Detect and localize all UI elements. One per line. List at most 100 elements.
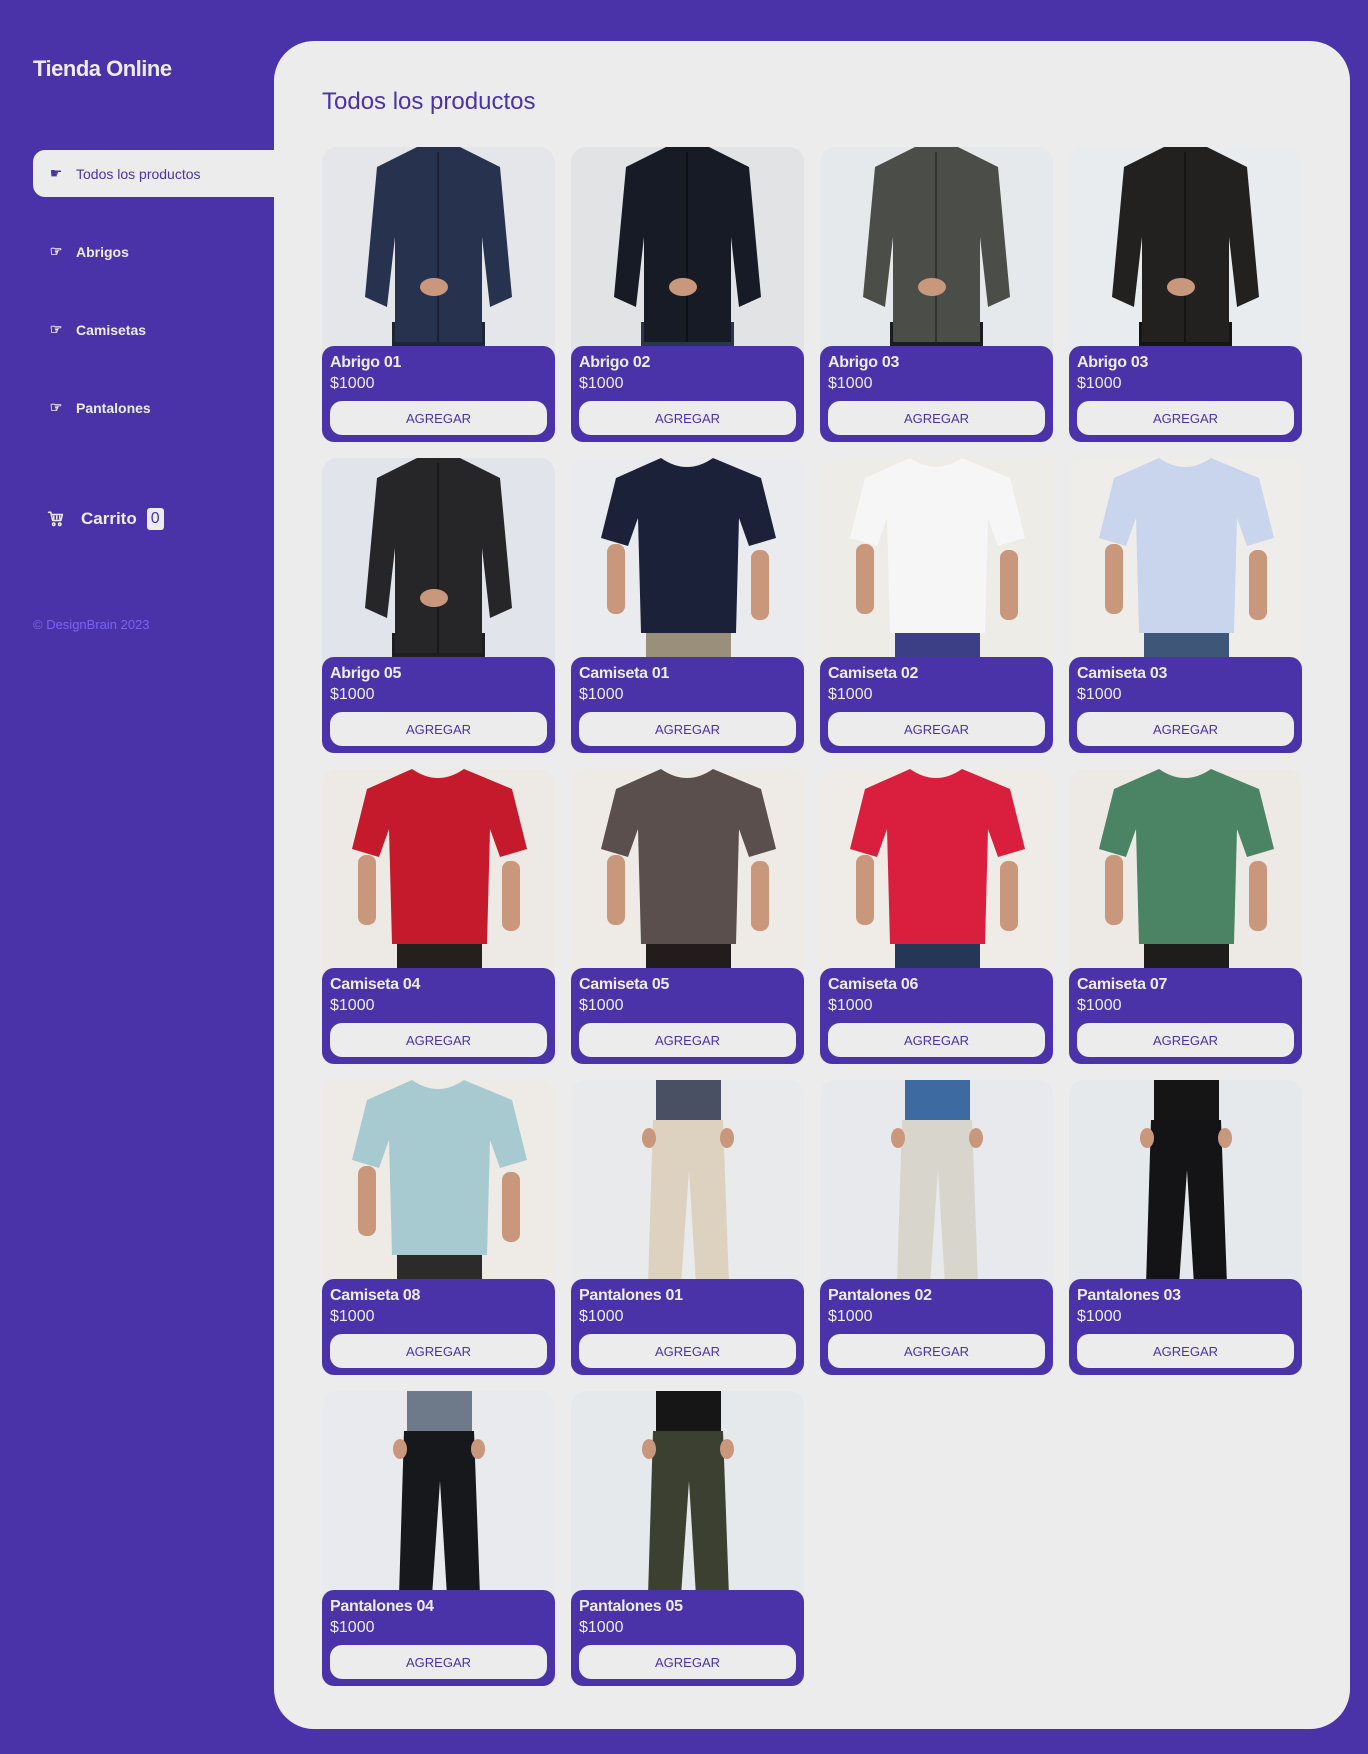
product-price: $1000 [828,1308,873,1325]
product-card: Camiseta 02 $1000 AGREGAR [820,458,1053,753]
add-to-cart-button[interactable]: AGREGAR [1077,1334,1294,1368]
product-price: $1000 [579,997,624,1014]
product-name: Camiseta 03 [1077,665,1168,682]
product-name: Abrigo 03 [828,354,900,371]
add-to-cart-button[interactable]: AGREGAR [828,1023,1045,1057]
product-price: $1000 [1077,1308,1122,1325]
product-image [322,458,555,678]
product-name: Pantalones 02 [828,1287,932,1304]
product-card: Camiseta 01 $1000 AGREGAR [571,458,804,753]
product-info: Camiseta 03 $1000 AGREGAR [1069,657,1302,753]
sidebar-item-abrigos[interactable]: ☞ Abrigos [33,228,274,275]
product-image [322,769,555,989]
pointing-hand-outline-icon: ☞ [49,399,63,415]
product-name: Camiseta 08 [330,1287,421,1304]
product-price: $1000 [1077,686,1122,703]
cart-count-badge: 0 [146,508,164,530]
add-to-cart-button[interactable]: AGREGAR [330,1645,547,1679]
product-name: Abrigo 02 [579,354,651,371]
product-name: Pantalones 05 [579,1598,683,1615]
product-card: Camiseta 03 $1000 AGREGAR [1069,458,1302,753]
product-name: Camiseta 01 [579,665,670,682]
sidebar-item-todos-los-productos[interactable]: ☛ Todos los productos [33,150,274,197]
product-price: $1000 [330,1619,375,1636]
sidebar-item-pantalones[interactable]: ☞ Pantalones [33,384,274,431]
product-info: Abrigo 03 $1000 AGREGAR [820,346,1053,442]
product-card: Camiseta 08 $1000 AGREGAR [322,1080,555,1375]
product-image [571,1391,804,1611]
store-logo[interactable]: Tienda Online [33,56,172,82]
product-price: $1000 [828,686,873,703]
product-info: Camiseta 06 $1000 AGREGAR [820,968,1053,1064]
product-name: Camiseta 04 [330,976,421,993]
product-name: Abrigo 01 [330,354,402,371]
add-to-cart-button[interactable]: AGREGAR [579,1645,796,1679]
add-to-cart-button[interactable]: AGREGAR [330,401,547,435]
add-to-cart-button[interactable]: AGREGAR [330,712,547,746]
product-image [571,1080,804,1300]
product-card: Pantalones 01 $1000 AGREGAR [571,1080,804,1375]
product-price: $1000 [330,375,375,392]
sidebar-item-label: Pantalones [76,399,151,416]
product-price: $1000 [579,375,624,392]
cart-label: Carrito [81,509,137,528]
product-info: Camiseta 05 $1000 AGREGAR [571,968,804,1064]
product-price: $1000 [330,997,375,1014]
add-to-cart-button[interactable]: AGREGAR [579,1334,796,1368]
product-info: Camiseta 01 $1000 AGREGAR [571,657,804,753]
pointing-hand-filled-icon: ☛ [49,165,63,181]
product-price: $1000 [330,686,375,703]
add-to-cart-button[interactable]: AGREGAR [579,712,796,746]
copyright-footer: © DesignBrain 2023 [33,617,150,632]
product-image [1069,458,1302,678]
product-image [322,1080,555,1300]
add-to-cart-button[interactable]: AGREGAR [1077,1023,1294,1057]
main-panel: Todos los productos Abrigo 01 $1000 AGREGA… [274,41,1350,1729]
product-image [820,458,1053,678]
page-title: Todos los productos [322,88,536,115]
add-to-cart-button[interactable]: AGREGAR [330,1334,547,1368]
pointing-hand-outline-icon: ☞ [49,321,63,337]
product-photo [820,1080,1053,1300]
add-to-cart-button[interactable]: AGREGAR [828,712,1045,746]
product-photo [571,1391,804,1611]
sidebar: Tienda Online ☛ Todos los productos ☞ Ab… [0,0,274,1754]
product-photo [1069,458,1302,678]
product-price: $1000 [330,1308,375,1325]
product-info: Abrigo 01 $1000 AGREGAR [322,346,555,442]
add-to-cart-button[interactable]: AGREGAR [579,1023,796,1057]
cart-button[interactable]: Carrito 0 [47,508,164,530]
product-info: Pantalones 01 $1000 AGREGAR [571,1279,804,1375]
product-card: Abrigo 02 $1000 AGREGAR [571,147,804,442]
add-to-cart-button[interactable]: AGREGAR [330,1023,547,1057]
add-to-cart-button[interactable]: AGREGAR [828,401,1045,435]
product-card: Pantalones 04 $1000 AGREGAR [322,1391,555,1686]
product-photo [571,1080,804,1300]
product-image [571,147,804,367]
product-photo [322,458,555,678]
product-card: Pantalones 02 $1000 AGREGAR [820,1080,1053,1375]
sidebar-item-label: Camisetas [76,321,147,338]
product-info: Camiseta 02 $1000 AGREGAR [820,657,1053,753]
product-image [571,769,804,989]
product-image [571,458,804,678]
product-card: Camiseta 05 $1000 AGREGAR [571,769,804,1064]
sidebar-item-camisetas[interactable]: ☞ Camisetas [33,306,274,353]
add-to-cart-button[interactable]: AGREGAR [1077,401,1294,435]
product-info: Camiseta 07 $1000 AGREGAR [1069,968,1302,1064]
product-image [322,1391,555,1611]
add-to-cart-button[interactable]: AGREGAR [1077,712,1294,746]
product-info: Camiseta 08 $1000 AGREGAR [322,1279,555,1375]
add-to-cart-button[interactable]: AGREGAR [828,1334,1045,1368]
product-name: Pantalones 03 [1077,1287,1181,1304]
product-photo [571,769,804,989]
product-card: Abrigo 05 $1000 AGREGAR [322,458,555,753]
add-to-cart-button[interactable]: AGREGAR [579,401,796,435]
product-info: Pantalones 03 $1000 AGREGAR [1069,1279,1302,1375]
product-image [1069,769,1302,989]
product-image [1069,147,1302,367]
pointing-hand-outline-icon: ☞ [49,243,63,259]
product-card: Pantalones 03 $1000 AGREGAR [1069,1080,1302,1375]
product-photo [820,458,1053,678]
product-card: Abrigo 03 $1000 AGREGAR [820,147,1053,442]
